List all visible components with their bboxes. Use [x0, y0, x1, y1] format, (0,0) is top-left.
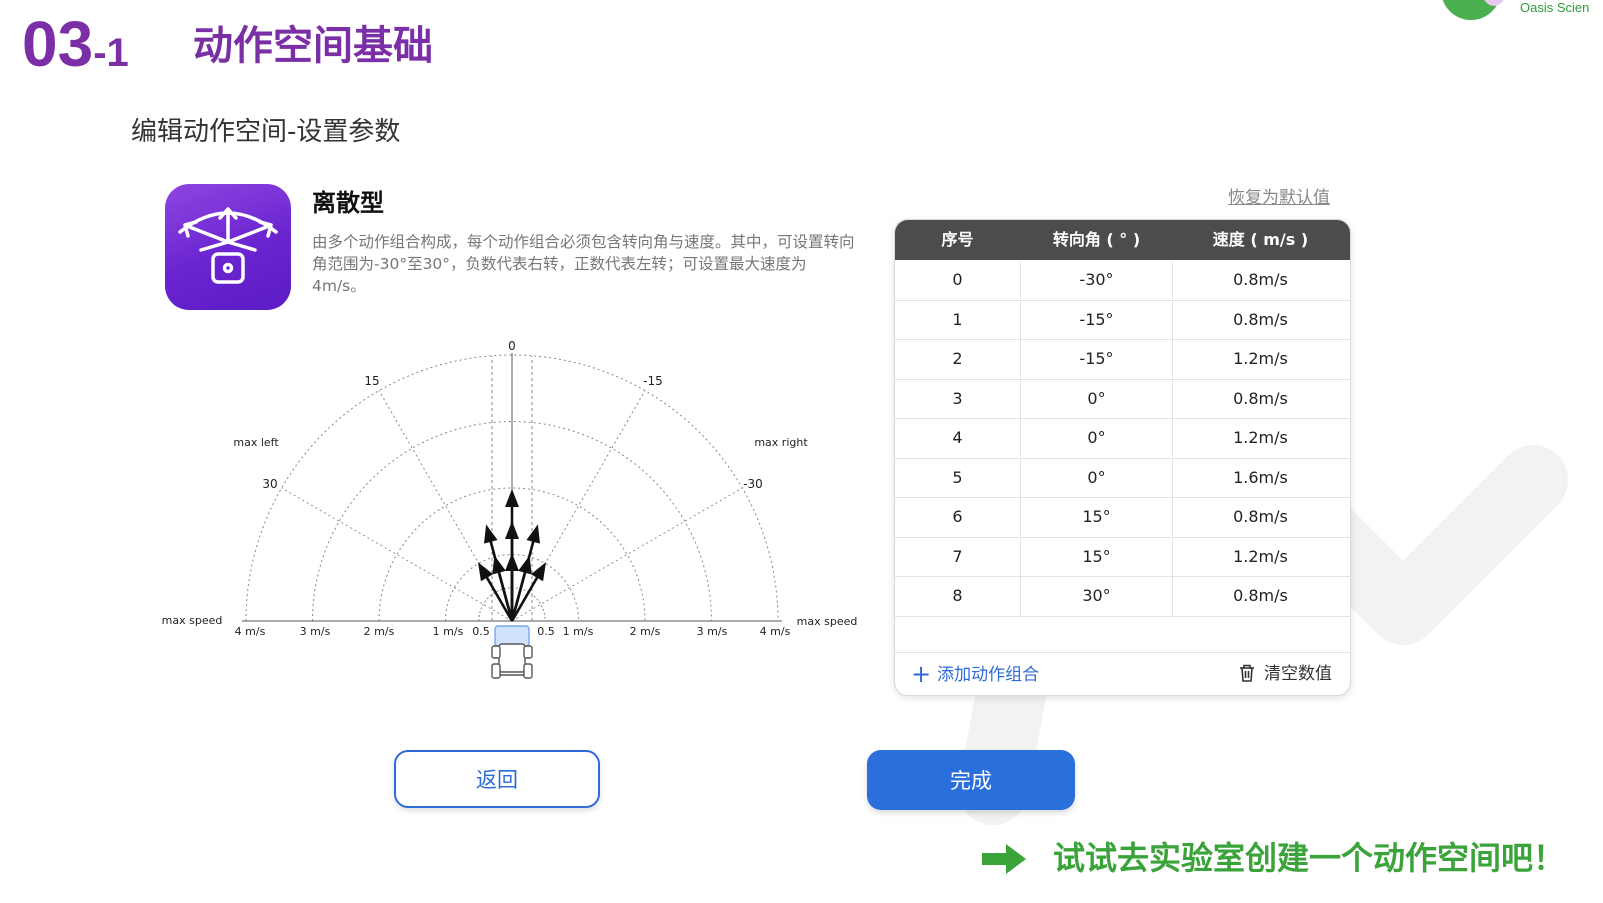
max-right-label: max right [754, 436, 808, 449]
back-button[interactable]: 返回 [394, 750, 600, 808]
max-left-label: max left [233, 436, 279, 449]
max-speed-right-label: max speed [797, 615, 858, 628]
section-sub-number: -1 [93, 31, 129, 75]
speed-label-left-3: 3 m/s [300, 625, 331, 638]
cell-speed[interactable]: 1.2m/s [1173, 340, 1348, 378]
angle-label-30: 30 [262, 477, 277, 491]
column-header-index: 序号 [941, 230, 974, 249]
plus-icon: + [911, 660, 932, 688]
cell-angle[interactable]: -15° [1020, 300, 1173, 339]
table-body: 0 -30° 0.8m/s 1 -15° 0.8m/s 2 -15° 1.2m/s 3 0° 0.8m… [895, 261, 1350, 617]
trash-icon [1240, 664, 1254, 682]
cell-index[interactable]: 3 [895, 380, 1020, 418]
angle-label-0: 0 [508, 339, 516, 353]
page-title: 动作空间基础 [193, 23, 433, 69]
cell-index[interactable]: 4 [895, 419, 1020, 457]
cell-speed[interactable]: 1.2m/s [1173, 419, 1348, 457]
angle-label-15: 15 [364, 374, 379, 388]
clear-values-button[interactable]: 清空数值 [1238, 661, 1332, 687]
cell-index[interactable]: 6 [895, 498, 1020, 536]
discrete-type-icon [165, 184, 291, 310]
cell-index[interactable]: 1 [895, 301, 1020, 339]
speed-label-left-1: 1 m/s [433, 625, 464, 638]
speed-label-left-05: 0.5 [472, 625, 490, 638]
type-description: 由多个动作组合构成，每个动作组合必须包含转向角与速度。其中，可设置转向角范围为-… [312, 233, 855, 295]
done-button[interactable]: 完成 [867, 750, 1075, 810]
table-row: 6 15° 0.8m/s [895, 498, 1350, 538]
table-row: 1 -15° 0.8m/s [895, 300, 1350, 340]
table-row: 4 0° 1.2m/s [895, 419, 1350, 459]
angle-ray [281, 487, 513, 622]
logo-text: Oasis Scien [1520, 0, 1590, 15]
cell-angle[interactable]: 30° [1020, 577, 1173, 615]
speed-label-right-4: 4 m/s [760, 625, 791, 638]
column-header-speed: 速度 ( m/s ) [1212, 230, 1309, 249]
cell-angle[interactable]: 15° [1020, 498, 1173, 536]
brand-logo: Oasis Scien [1423, 0, 1603, 22]
add-action-button[interactable]: + 添加动作组合 [911, 661, 1039, 688]
clear-values-label: 清空数值 [1264, 664, 1332, 684]
cell-angle[interactable]: -30° [1020, 261, 1173, 299]
type-title: 离散型 [312, 189, 384, 217]
cell-index[interactable]: 7 [895, 538, 1020, 576]
cell-index[interactable]: 2 [895, 340, 1020, 378]
cell-speed[interactable]: 0.8m/s [1173, 261, 1348, 299]
action-arrow-head [526, 524, 540, 544]
car-icon [491, 625, 533, 679]
speed-label-right-05: 0.5 [537, 625, 555, 638]
cell-speed[interactable]: 1.2m/s [1173, 538, 1348, 576]
speed-label-right-3: 3 m/s [697, 625, 728, 638]
speed-label-left-2: 2 m/s [364, 625, 395, 638]
speed-label-right-1: 1 m/s [563, 625, 594, 638]
column-header-angle: 转向角 ( ° ) [1052, 230, 1141, 249]
action-arrow-head [484, 524, 498, 544]
table-row: 3 0° 0.8m/s [895, 379, 1350, 419]
speed-label-right-2: 2 m/s [630, 625, 661, 638]
action-table: 序号 转向角 ( ° ) 速度 ( m/s ) 0 -30° 0.8m/s 1 -15°… [894, 219, 1351, 696]
table-row: 0 -30° 0.8m/s [895, 261, 1350, 301]
speed-label-left-4: 4 m/s [235, 625, 266, 638]
cell-angle[interactable]: 0° [1020, 419, 1173, 457]
cell-angle[interactable]: 15° [1020, 537, 1173, 576]
table-header: 序号 转向角 ( ° ) 速度 ( m/s ) [895, 220, 1350, 260]
arrow-right-icon [982, 844, 1026, 874]
action-arrow-head [530, 562, 546, 582]
table-row: 2 -15° 1.2m/s [895, 340, 1350, 380]
max-speed-left-label: max speed [162, 614, 223, 627]
page-subtitle: 编辑动作空间-设置参数 [131, 117, 401, 147]
angle-label-minus15: -15 [643, 374, 663, 388]
action-arrow-head [478, 562, 494, 582]
restore-default-link[interactable]: 恢复为默认值 [1228, 186, 1330, 210]
cell-angle[interactable]: 0° [1020, 458, 1173, 497]
angle-label-minus30: -30 [743, 477, 763, 491]
cell-index[interactable]: 8 [895, 577, 1020, 615]
call-to-action-text: 试试去实验室创建一个动作空间吧！ [1053, 839, 1566, 877]
cell-index[interactable]: 0 [895, 261, 1020, 299]
table-row: 8 30° 0.8m/s [895, 577, 1350, 617]
table-row: 5 0° 1.6m/s [895, 458, 1350, 498]
steering-fan-icon [178, 207, 278, 284]
cell-speed[interactable]: 0.8m/s [1173, 301, 1348, 339]
cell-speed[interactable]: 1.6m/s [1173, 459, 1348, 497]
action-space-diagram: 0 15 -15 30 -30 max left max right max s… [162, 339, 858, 679]
cell-speed[interactable]: 0.8m/s [1173, 498, 1348, 536]
section-number: 03-1 [22, 8, 129, 80]
action-arrow-head [505, 489, 519, 507]
cell-angle[interactable]: -15° [1020, 340, 1173, 378]
cell-index[interactable]: 5 [895, 459, 1020, 497]
add-action-label: 添加动作组合 [937, 665, 1040, 685]
table-footer: + 添加动作组合 清空数值 [895, 652, 1350, 695]
cell-speed[interactable]: 0.8m/s [1173, 380, 1348, 418]
cell-angle[interactable]: 0° [1020, 379, 1173, 418]
angle-ray [511, 487, 743, 622]
table-row: 7 15° 1.2m/s [895, 537, 1350, 577]
cell-speed[interactable]: 0.8m/s [1173, 577, 1348, 615]
